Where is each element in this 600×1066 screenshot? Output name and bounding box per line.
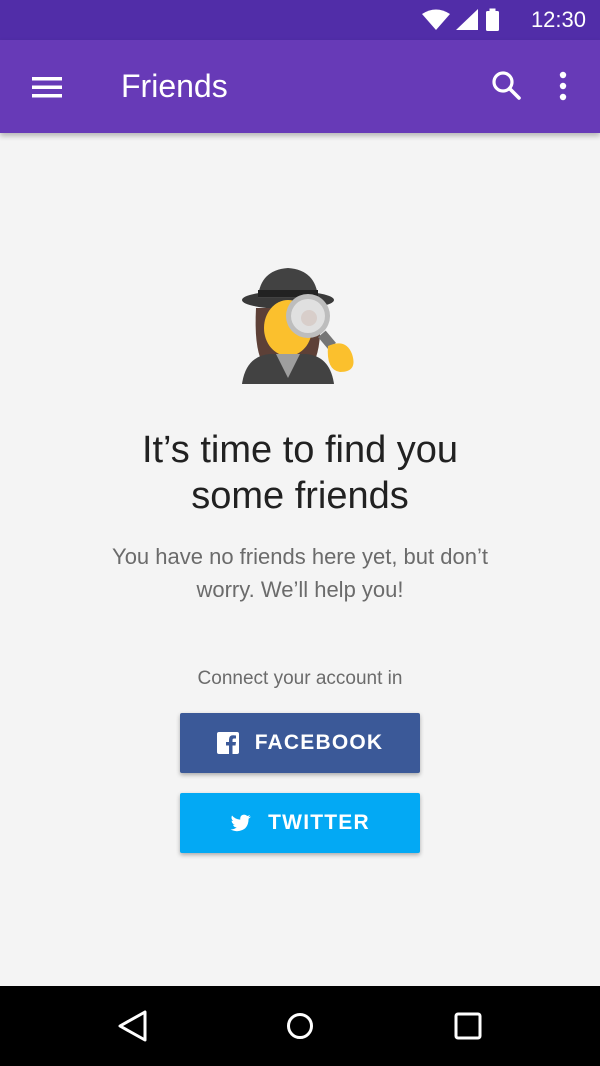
back-button[interactable] (113, 1006, 153, 1046)
subtext-line-1: You have no friends here yet, but don’t (112, 544, 488, 569)
search-button[interactable] (486, 66, 526, 106)
menu-icon (32, 77, 62, 98)
status-time: 12:30 (530, 7, 586, 32)
facebook-button[interactable]: FACEBOOK (180, 713, 420, 773)
navigation-bar (0, 986, 600, 1066)
headline-line-2: some friends (191, 475, 409, 517)
home-button[interactable] (282, 1008, 318, 1044)
empty-state: It’s time to find you some friends You h… (0, 133, 600, 986)
status-bar: 12:30 (0, 0, 600, 40)
subtext-line-2: worry. We’ll help you! (196, 577, 404, 602)
twitter-icon (230, 814, 252, 832)
detective-woman-emoji (242, 268, 354, 384)
search-icon (492, 71, 521, 100)
signal-icon (456, 9, 478, 30)
menu-button[interactable] (24, 68, 70, 106)
facebook-button-label: FACEBOOK (254, 731, 384, 754)
recents-icon (454, 1012, 482, 1040)
twitter-button[interactable]: TWITTER (180, 793, 420, 853)
home-icon (287, 1013, 313, 1039)
recents-button[interactable] (452, 1010, 484, 1042)
wifi-icon (422, 9, 450, 30)
more-vert-icon (559, 71, 567, 101)
connect-label: Connect your account in (197, 668, 403, 689)
twitter-button-label: TWITTER (268, 811, 370, 834)
battery-icon (486, 11, 499, 31)
back-icon (118, 1010, 147, 1042)
app-bar: Friends (0, 40, 600, 133)
empty-state-subtext: You have no friends here yet, but don’t … (80, 540, 520, 606)
facebook-icon (216, 732, 239, 754)
page-title: Friends (121, 68, 228, 104)
headline-line-1: It’s time to find you (141, 429, 459, 471)
more-options-button[interactable] (548, 66, 578, 106)
status-icons (422, 8, 499, 31)
empty-state-headline: It’s time to find you some friends (60, 427, 540, 519)
